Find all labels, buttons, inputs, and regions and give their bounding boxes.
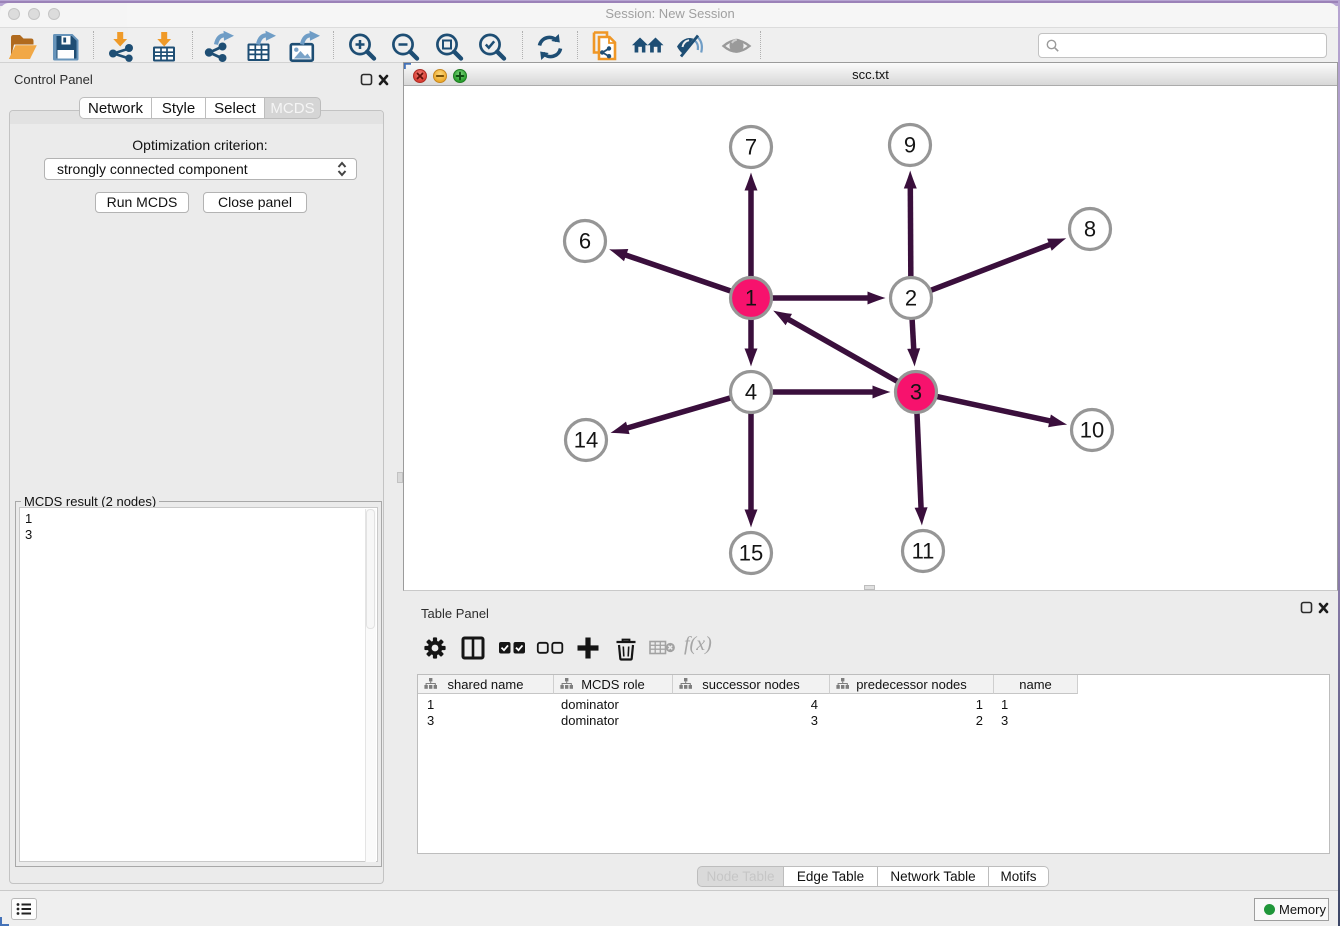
svg-text:8: 8 <box>1084 217 1096 242</box>
svg-text:7: 7 <box>745 135 757 160</box>
svg-text:3: 3 <box>910 380 922 405</box>
svg-text:9: 9 <box>904 133 916 158</box>
svg-text:14: 14 <box>574 428 598 453</box>
svg-text:11: 11 <box>912 539 935 564</box>
svg-text:1: 1 <box>745 286 757 311</box>
svg-text:4: 4 <box>745 380 757 405</box>
svg-text:10: 10 <box>1080 418 1104 443</box>
svg-text:15: 15 <box>739 541 763 566</box>
svg-text:6: 6 <box>579 229 591 254</box>
svg-text:2: 2 <box>905 286 917 311</box>
